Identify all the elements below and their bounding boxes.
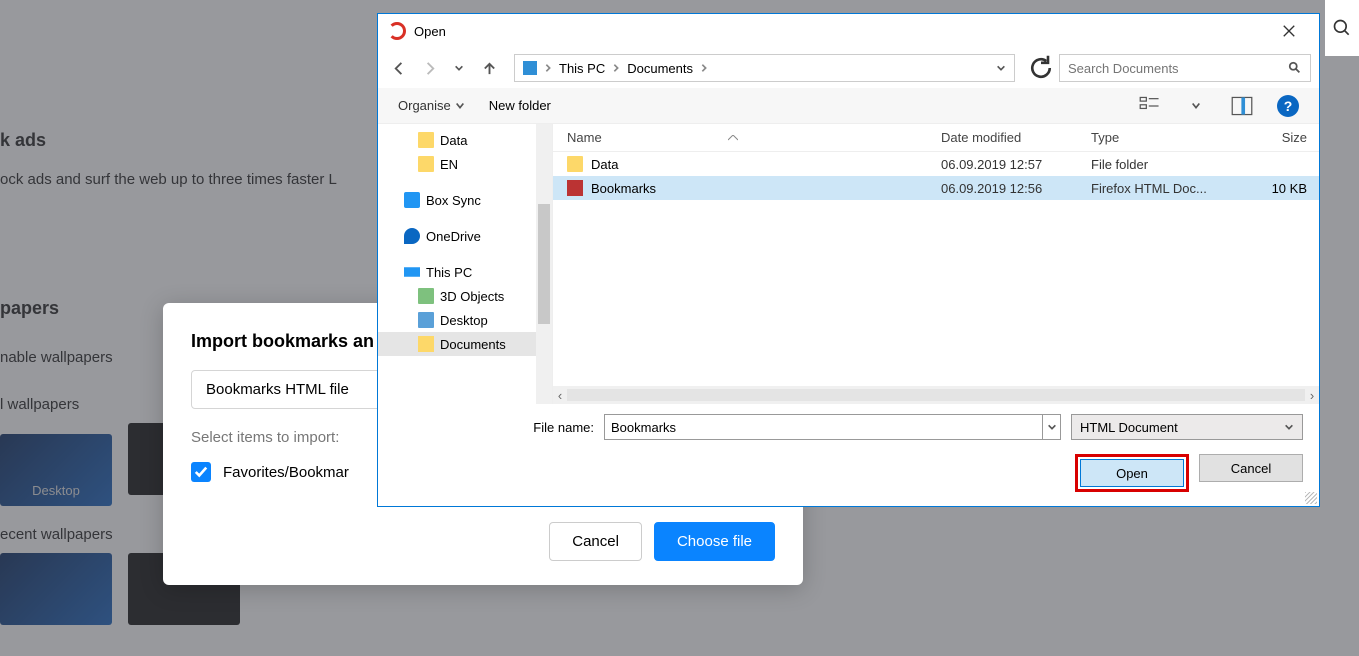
organise-menu[interactable]: Organise [398, 98, 465, 113]
tree-item-3dobjects[interactable]: 3D Objects [378, 284, 552, 308]
nav-recent-button[interactable] [446, 55, 472, 81]
dialog-cancel-button[interactable]: Cancel [1199, 454, 1303, 482]
address-bar[interactable]: This PC Documents [514, 54, 1015, 82]
filename-dropdown-button[interactable] [1043, 414, 1061, 440]
view-options-button[interactable] [1139, 95, 1161, 117]
file-row-bookmarks[interactable]: Bookmarks 06.09.2019 12:56 Firefox HTML … [553, 176, 1319, 200]
file-row-data[interactable]: Data 06.09.2019 12:57 File folder [553, 152, 1319, 176]
folder-tree: Data EN Box Sync OneDrive This PC 3D Obj… [378, 124, 553, 404]
filename-input[interactable] [604, 414, 1043, 440]
opera-icon [388, 22, 406, 40]
tree-item-boxsync[interactable]: Box Sync [378, 188, 552, 212]
tree-item-onedrive[interactable]: OneDrive [378, 224, 552, 248]
filename-label: File name: [394, 420, 594, 435]
tree-item-thispc[interactable]: This PC [378, 260, 552, 284]
import-cancel-button[interactable]: Cancel [549, 522, 642, 561]
nav-forward-button[interactable] [416, 55, 442, 81]
folder-icon [567, 156, 583, 172]
browser-search-button[interactable] [1325, 0, 1359, 56]
nav-back-button[interactable] [386, 55, 412, 81]
dialog-title: Open [414, 24, 446, 39]
col-name[interactable]: Name [567, 130, 941, 145]
col-size[interactable]: Size [1239, 130, 1319, 145]
tree-item-desktop[interactable]: Desktop [378, 308, 552, 332]
col-type[interactable]: Type [1091, 130, 1239, 145]
choose-file-button[interactable]: Choose file [654, 522, 775, 561]
breadcrumb-seg-thispc[interactable]: This PC [559, 61, 605, 76]
col-date[interactable]: Date modified [941, 130, 1091, 145]
file-open-dialog: Open This PC Documents Organise New fold… [377, 13, 1320, 507]
favorites-checkbox-label: Favorites/Bookmar [223, 464, 349, 481]
scroll-right-icon[interactable]: › [1305, 386, 1319, 404]
search-input[interactable] [1068, 61, 1288, 76]
open-button[interactable]: Open [1080, 459, 1184, 487]
close-button[interactable] [1269, 17, 1309, 45]
refresh-button[interactable] [1027, 54, 1055, 82]
column-headers: Name Date modified Type Size [553, 124, 1319, 152]
preview-pane-button[interactable] [1231, 95, 1253, 117]
address-dropdown-icon[interactable] [996, 63, 1006, 73]
pc-icon [523, 61, 537, 75]
horizontal-scrollbar[interactable]: ‹ › [553, 386, 1319, 404]
search-icon [1288, 61, 1302, 75]
file-list: Data 06.09.2019 12:57 File folder Bookma… [553, 152, 1319, 386]
html-file-icon [567, 180, 583, 196]
tree-item-en[interactable]: EN [378, 152, 552, 176]
favorites-checkbox[interactable] [191, 462, 211, 482]
tree-scrollbar[interactable] [536, 124, 552, 404]
tree-item-documents[interactable]: Documents [378, 332, 552, 356]
view-dropdown-button[interactable] [1185, 95, 1207, 117]
breadcrumb-seg-documents[interactable]: Documents [627, 61, 693, 76]
help-button[interactable]: ? [1277, 95, 1299, 117]
search-box[interactable] [1059, 54, 1311, 82]
nav-up-button[interactable] [476, 55, 502, 81]
resize-handle[interactable] [1305, 492, 1317, 504]
tree-item-data[interactable]: Data [378, 128, 552, 152]
new-folder-button[interactable]: New folder [489, 98, 551, 113]
scroll-left-icon[interactable]: ‹ [553, 386, 567, 404]
dialog-titlebar: Open [378, 14, 1319, 48]
open-button-highlight: Open [1075, 454, 1189, 492]
file-type-filter[interactable]: HTML Document [1071, 414, 1303, 440]
